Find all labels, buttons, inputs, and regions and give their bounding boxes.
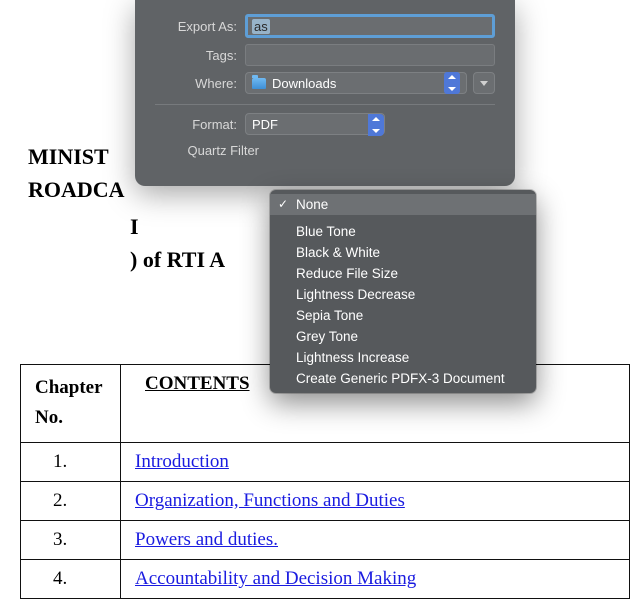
link-powers[interactable]: Powers and duties. <box>135 529 278 550</box>
row-num: 3. <box>21 520 121 559</box>
heading-line2-pre: I <box>130 214 139 239</box>
where-reveal-button[interactable] <box>473 72 495 94</box>
export-as-value: as <box>252 19 270 34</box>
dropdown-item-lightness-decrease[interactable]: Lightness Decrease <box>270 284 536 305</box>
dropdown-item-sepia-tone[interactable]: Sepia Tone <box>270 305 536 326</box>
export-dialog: Export As: as Tags: Where: Downloads For… <box>135 0 515 186</box>
dropdown-item-blue-tone[interactable]: Blue Tone <box>270 221 536 242</box>
format-select[interactable]: PDF <box>245 113 385 135</box>
export-as-label: Export As: <box>155 19 245 34</box>
link-organization[interactable]: Organization, Functions and Duties <box>135 490 405 511</box>
table-row: 1. Introduction <box>21 442 630 481</box>
format-label: Format: <box>155 117 245 132</box>
where-label: Where: <box>155 76 245 91</box>
table-row: 4. Accountability and Decision Making <box>21 559 630 598</box>
contents-table: Chapter No. CONTENTS 1. Introduction 2. … <box>20 364 630 599</box>
format-stepper-icon <box>368 114 384 136</box>
chevron-down-icon <box>480 81 488 86</box>
format-value: PDF <box>252 117 278 132</box>
row-num: 1. <box>21 442 121 481</box>
link-introduction[interactable]: Introduction <box>135 451 229 472</box>
table-row: 3. Powers and duties. <box>21 520 630 559</box>
dropdown-item-lightness-increase[interactable]: Lightness Increase <box>270 347 536 368</box>
tags-input[interactable] <box>245 44 495 66</box>
dropdown-item-none[interactable]: None <box>270 194 536 215</box>
tags-label: Tags: <box>155 48 245 63</box>
where-select[interactable]: Downloads <box>245 72 467 94</box>
col-chapter-no: Chapter No. <box>21 365 121 443</box>
heading-line2-post: ) of RTI A <box>130 247 225 272</box>
heading-text-right1: ROADCA <box>28 177 125 202</box>
dropdown-item-grey-tone[interactable]: Grey Tone <box>270 326 536 347</box>
quartz-filter-dropdown: None Blue Tone Black & White Reduce File… <box>270 190 536 393</box>
row-num: 4. <box>21 559 121 598</box>
table-row: 2. Organization, Functions and Duties <box>21 481 630 520</box>
dropdown-item-pdfx3[interactable]: Create Generic PDFX-3 Document <box>270 368 536 389</box>
dropdown-item-black-white[interactable]: Black & White <box>270 242 536 263</box>
where-value: Downloads <box>272 76 336 91</box>
dropdown-item-reduce-file-size[interactable]: Reduce File Size <box>270 263 536 284</box>
link-accountability[interactable]: Accountability and Decision Making <box>135 568 416 589</box>
dialog-divider <box>155 104 495 105</box>
export-as-input[interactable]: as <box>245 14 495 38</box>
where-stepper-icon <box>444 72 460 94</box>
heading-text-left: MINIST <box>28 144 108 169</box>
folder-icon <box>252 78 266 89</box>
quartz-filter-label: Quartz Filter <box>155 143 267 158</box>
row-num: 2. <box>21 481 121 520</box>
